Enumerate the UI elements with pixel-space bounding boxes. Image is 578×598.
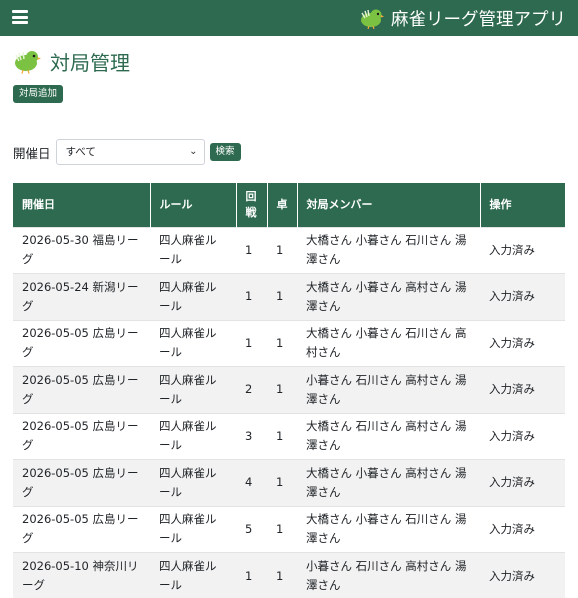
- col-header-round: 回戦: [236, 183, 268, 227]
- cell-date: 2026-05-05 広島リーグ: [13, 459, 150, 506]
- table-row: 2026-05-05 広島リーグ 四人麻雀ルール 4 1 大橋さん 小暮さん 高…: [13, 459, 565, 506]
- cell-table: 1: [267, 552, 297, 598]
- cell-round: 1: [236, 273, 267, 320]
- cell-action[interactable]: 入力済み: [480, 273, 565, 320]
- bird-mascot-icon: [15, 51, 41, 74]
- add-match-button[interactable]: 対局追加: [13, 85, 64, 103]
- cell-date: 2026-05-05 広島リーグ: [13, 319, 150, 367]
- cell-table: 1: [267, 412, 297, 460]
- cell-action[interactable]: 入力済み: [480, 459, 565, 506]
- cell-table: 1: [267, 319, 297, 367]
- table-row: 2026-05-24 新潟リーグ 四人麻雀ルール 1 1 大橋さん 小暮さん 高…: [13, 273, 565, 320]
- top-navbar: 麻雀リーグ管理アプリ: [0, 0, 578, 36]
- page-heading: 対局管理: [12, 46, 130, 76]
- cell-rule: 四人麻雀ルール: [150, 459, 236, 506]
- cell-round: 4: [236, 459, 267, 506]
- cell-date: 2026-05-30 福島リーグ: [13, 226, 150, 274]
- match-table: 開催日 ルール 回戦 卓 対局メンバー 操作 2026-05-30 福島リーグ …: [13, 183, 565, 598]
- cell-members: 大橋さん 小暮さん 高村さん 湯澤さん: [297, 273, 480, 320]
- col-header-table: 卓: [267, 183, 298, 227]
- cell-rule: 四人麻雀ルール: [150, 273, 236, 320]
- cell-rule: 四人麻雀ルール: [150, 552, 236, 598]
- cell-rule: 四人麻雀ルール: [150, 319, 236, 367]
- filter-label: 開催日: [13, 145, 51, 161]
- cell-round: 5: [236, 505, 267, 553]
- cell-members: 大橋さん 石川さん 高村さん 湯澤さん: [297, 412, 480, 460]
- cell-members: 大橋さん 小暮さん 高村さん 湯澤さん: [297, 459, 480, 506]
- cell-date: 2026-05-05 広島リーグ: [13, 412, 150, 460]
- cell-rule: 四人麻雀ルール: [150, 226, 236, 274]
- cell-action[interactable]: 入力済み: [480, 505, 565, 553]
- bird-mascot-icon: [361, 9, 384, 29]
- hamburger-icon[interactable]: [12, 10, 28, 24]
- col-header-action: 操作: [480, 183, 565, 227]
- cell-date: 2026-05-05 広島リーグ: [13, 505, 150, 553]
- cell-round: 1: [236, 226, 267, 274]
- brand-title: 麻雀リーグ管理アプリ: [391, 9, 566, 30]
- table-header-row: 開催日 ルール 回戦 卓 対局メンバー 操作: [13, 183, 565, 227]
- table-row: 2026-05-05 広島リーグ 四人麻雀ルール 5 1 大橋さん 小暮さん 石…: [13, 505, 565, 553]
- col-header-members: 対局メンバー: [297, 183, 481, 227]
- table-row: 2026-05-05 広島リーグ 四人麻雀ルール 1 1 大橋さん 小暮さん 石…: [13, 319, 565, 367]
- cell-rule: 四人麻雀ルール: [150, 412, 236, 460]
- cell-table: 1: [267, 273, 297, 320]
- cell-action[interactable]: 入力済み: [480, 226, 565, 274]
- cell-rule: 四人麻雀ルール: [150, 505, 236, 553]
- date-filter: 開催日 すべて ⌄ 検索: [13, 139, 241, 165]
- cell-action[interactable]: 入力済み: [480, 366, 565, 413]
- cell-action[interactable]: 入力済み: [480, 319, 565, 367]
- table-row: 2026-05-30 福島リーグ 四人麻雀ルール 1 1 大橋さん 小暮さん 石…: [13, 226, 565, 274]
- cell-table: 1: [267, 366, 297, 413]
- cell-table: 1: [267, 505, 297, 553]
- cell-round: 1: [236, 319, 267, 367]
- cell-action[interactable]: 入力済み: [480, 412, 565, 460]
- col-header-date: 開催日: [13, 183, 151, 227]
- cell-members: 大橋さん 小暮さん 石川さん 湯澤さん: [297, 226, 480, 274]
- table-row: 2026-05-05 広島リーグ 四人麻雀ルール 3 1 大橋さん 石川さん 高…: [13, 412, 565, 460]
- cell-round: 1: [236, 552, 267, 598]
- cell-date: 2026-05-10 神奈川リーグ: [13, 552, 150, 598]
- cell-round: 3: [236, 412, 267, 460]
- table-row: 2026-05-05 広島リーグ 四人麻雀ルール 2 1 小暮さん 石川さん 高…: [13, 366, 565, 413]
- cell-members: 大橋さん 小暮さん 石川さん 高村さん: [297, 319, 480, 367]
- table-row: 2026-05-10 神奈川リーグ 四人麻雀ルール 1 1 小暮さん 石川さん …: [13, 552, 565, 598]
- cell-rule: 四人麻雀ルール: [150, 366, 236, 413]
- cell-table: 1: [267, 226, 297, 274]
- cell-members: 小暮さん 石川さん 高村さん 湯澤さん: [297, 552, 480, 598]
- col-header-rule: ルール: [150, 183, 237, 227]
- cell-action[interactable]: 入力済み: [480, 552, 565, 598]
- cell-date: 2026-05-24 新潟リーグ: [13, 273, 150, 320]
- cell-members: 小暮さん 石川さん 高村さん 湯澤さん: [297, 366, 480, 413]
- cell-members: 大橋さん 小暮さん 石川さん 湯澤さん: [297, 505, 480, 553]
- chevron-down-icon: ⌄: [189, 146, 198, 157]
- date-select[interactable]: すべて ⌄: [55, 139, 205, 165]
- date-select-value: すべて: [65, 146, 96, 158]
- cell-table: 1: [267, 459, 297, 506]
- search-button[interactable]: 検索: [209, 143, 241, 161]
- page-title: 対局管理: [50, 50, 130, 75]
- brand-link[interactable]: 麻雀リーグ管理アプリ: [357, 4, 566, 32]
- cell-date: 2026-05-05 広島リーグ: [13, 366, 150, 413]
- cell-round: 2: [236, 366, 267, 413]
